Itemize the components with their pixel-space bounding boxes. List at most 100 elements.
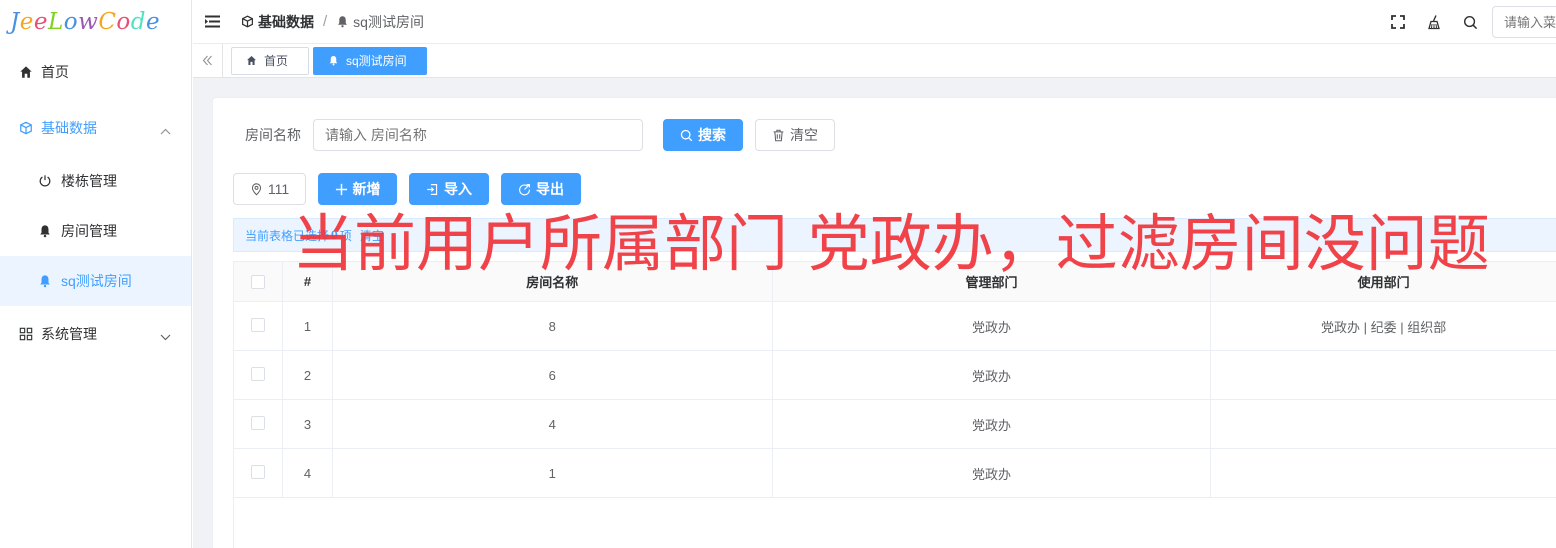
button-label: 新增 (352, 181, 381, 197)
breadcrumb-label: 基础数据 (258, 13, 314, 30)
annotation-caption: 当前用户所属部门 党政办，过滤房间没问题 (292, 207, 1490, 280)
table-row[interactable]: 4 1 党政办 (234, 449, 1556, 498)
breadcrumb-basic-data[interactable]: 基础数据 (241, 12, 314, 32)
row-room-name: 8 (333, 302, 773, 350)
row-use-dept (1211, 449, 1556, 497)
row-checkbox[interactable] (250, 367, 265, 381)
top-header: 基础数据 / sq测试房间 (193, 0, 1556, 44)
clear-button[interactable]: 清空 (755, 119, 835, 151)
sidebar-item-sq-room[interactable]: sq测试房间 (0, 256, 191, 306)
row-checkbox-cell (234, 351, 283, 399)
button-label: 111 (267, 181, 290, 197)
breadcrumb-current: sq测试房间 (336, 12, 424, 32)
sidebar-item-label: 系统管理 (41, 326, 97, 342)
room-name-label: 房间名称 (245, 127, 301, 143)
chevron-up-icon (160, 122, 171, 138)
logo-letter: J (10, 9, 20, 35)
tab-home[interactable]: 首页 (231, 46, 309, 75)
row-manage-dept: 党政办 (773, 449, 1212, 497)
row-room-name: 1 (333, 449, 773, 497)
button-label: 导入 (444, 181, 472, 197)
select-all-checkbox[interactable] (250, 274, 265, 289)
header-checkbox-cell (234, 262, 283, 301)
row-checkbox[interactable] (250, 416, 265, 430)
bell-icon (328, 55, 340, 67)
logo-letter: e (146, 9, 161, 35)
import-icon (426, 183, 439, 196)
row-room-name: 4 (333, 400, 773, 448)
export-button[interactable]: 导出 (501, 173, 581, 205)
tab-label: sq测试房间 (346, 54, 407, 68)
logo-letter: L (47, 9, 64, 35)
import-button[interactable]: 导入 (409, 173, 489, 205)
row-use-dept (1211, 400, 1556, 448)
sidebar-item-basic-data[interactable]: 基础数据 (0, 100, 191, 156)
row-checkbox-cell (234, 449, 283, 497)
row-checkbox[interactable] (250, 318, 265, 332)
row-index: 4 (283, 449, 333, 497)
home-icon (18, 64, 34, 80)
row-checkbox-cell (234, 302, 283, 350)
logo-letter: w (78, 9, 99, 35)
tab-label: 首页 (264, 54, 289, 68)
bell-icon (336, 15, 350, 29)
row-use-dept (1211, 351, 1556, 399)
button-label: 导出 (536, 181, 564, 197)
logo-letter: o (63, 9, 79, 35)
plus-icon (335, 183, 348, 196)
tab-sq-room[interactable]: sq测试房间 (313, 46, 427, 75)
button-label: 搜索 (698, 127, 726, 143)
row-manage-dept: 党政办 (773, 351, 1212, 399)
sidebar-item-label: 首页 (41, 64, 69, 80)
breadcrumb: 基础数据 / sq测试房间 (241, 12, 424, 32)
search-button[interactable]: 搜索 (663, 119, 743, 151)
search-form: 房间名称 搜索 清空 (245, 119, 835, 151)
search-icon (680, 129, 693, 142)
logo-letter: d (130, 9, 147, 35)
row-manage-dept: 党政办 (773, 302, 1212, 350)
app-logo[interactable]: JeeLowCode (0, 0, 191, 44)
home-icon (246, 55, 258, 67)
bell-icon (37, 273, 53, 289)
location-pin-icon (250, 182, 263, 196)
add-button[interactable]: 新增 (318, 173, 397, 205)
double-chevron-left-icon[interactable] (193, 43, 223, 78)
menu-toggle-icon[interactable] (205, 14, 221, 30)
trash-icon (772, 129, 785, 142)
sidebar-item-building[interactable]: 楼栋管理 (0, 156, 191, 206)
row-index: 2 (283, 351, 333, 399)
sidebar-item-label: 楼栋管理 (61, 173, 117, 189)
chevron-down-icon (160, 328, 171, 344)
search-icon[interactable] (1462, 14, 1478, 30)
breadcrumb-label: sq测试房间 (353, 13, 424, 30)
fullscreen-icon[interactable] (1390, 14, 1406, 30)
row-manage-dept: 党政办 (773, 400, 1212, 448)
sidebar: JeeLowCode 首页 基础数据 楼栋管理 房间管理 sq测试房间 系统管理 (0, 0, 192, 548)
logo-letter: e (33, 9, 48, 35)
cube-icon (241, 15, 255, 29)
logo-letter: o (116, 9, 131, 35)
location-button[interactable]: 111 (233, 173, 306, 205)
sidebar-item-system[interactable]: 系统管理 (0, 306, 191, 362)
row-room-name: 6 (333, 351, 773, 399)
header-tools (1390, 0, 1556, 44)
sidebar-item-home[interactable]: 首页 (0, 44, 191, 100)
breadcrumb-separator: / (323, 13, 328, 30)
sidebar-item-label: 房间管理 (61, 223, 117, 239)
room-table: # 房间名称 管理部门 使用部门 1 8 党政办 党政办 | 纪委 | 组织部 2 6 党政… (233, 261, 1556, 498)
row-index: 3 (283, 400, 333, 448)
table-row[interactable]: 1 8 党政办 党政办 | 纪委 | 组织部 (234, 302, 1556, 351)
sidebar-item-room[interactable]: 房间管理 (0, 206, 191, 256)
logo-letter: e (19, 9, 34, 35)
menu-search-input[interactable] (1492, 6, 1556, 38)
table-empty-area (233, 497, 1556, 548)
table-row[interactable]: 3 4 党政办 (234, 400, 1556, 449)
broom-icon[interactable] (1426, 14, 1442, 30)
table-row[interactable]: 2 6 党政办 (234, 351, 1556, 400)
row-checkbox[interactable] (250, 465, 265, 479)
sidebar-item-label: 基础数据 (41, 120, 97, 136)
room-name-input[interactable] (313, 119, 643, 151)
table-toolbar: 111 新增 导入 导出 (233, 173, 581, 205)
sidebar-item-label: sq测试房间 (61, 273, 132, 289)
logo-letter: C (98, 9, 117, 35)
